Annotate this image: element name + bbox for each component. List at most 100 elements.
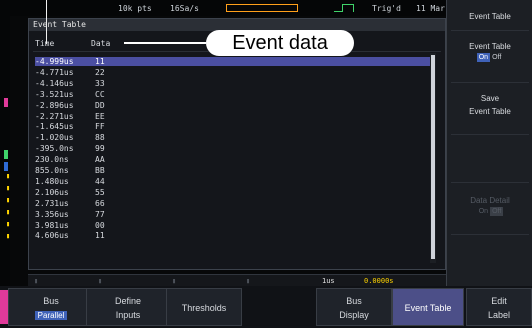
event-table-toggle-label: Event Table: [469, 42, 511, 51]
trigger-edge-icon: [334, 11, 342, 12]
table-row[interactable]: -3.521us CC: [35, 90, 431, 99]
callout-pointer-line: [124, 42, 206, 44]
record-length: 10k pts: [118, 4, 152, 13]
side-menu: Event Table Event Table On Off Save Event…: [446, 0, 532, 286]
event-time-cell: 1.480us: [35, 176, 69, 186]
event-time-cell: -4.771us: [35, 67, 74, 77]
table-row[interactable]: -1.645us FF: [35, 122, 431, 131]
event-data-cell: 44: [95, 176, 105, 186]
event-data-cell: 00: [95, 220, 105, 230]
save-label: Save: [480, 94, 500, 103]
channel-marker: [4, 162, 8, 171]
table-row[interactable]: 230.0ns AA: [35, 155, 431, 164]
event-data-cell: 11: [95, 231, 105, 241]
bus-label: Bus: [43, 296, 59, 306]
event-time-cell: 230.0ns: [35, 155, 69, 165]
bus-display-softkey[interactable]: Bus Display: [316, 288, 392, 326]
define-inputs-softkey[interactable]: Define Inputs: [86, 288, 170, 326]
scrollbar-thumb[interactable]: [431, 55, 435, 259]
event-data-cell: CC: [95, 89, 105, 99]
segment-marker: ▮: [246, 277, 251, 285]
table-row[interactable]: 4.606us 11: [35, 231, 431, 240]
trigger-pulse-icon: [342, 4, 354, 12]
data-detail-toggle[interactable]: Data Detail On Off: [447, 196, 532, 216]
side-menu-title: Event Table: [469, 12, 511, 21]
table-row[interactable]: -1.020us 88: [35, 133, 431, 142]
event-data-cell: AA: [95, 155, 105, 165]
toggle-on-option[interactable]: On: [477, 207, 490, 216]
event-time-cell: -2.896us: [35, 100, 74, 110]
event-data-cell: BB: [95, 166, 105, 175]
table-row[interactable]: 2.731us 66: [35, 199, 431, 208]
event-data-cell: DD: [95, 100, 105, 110]
date-readout: 11 Mar: [416, 4, 445, 13]
softkey-bar: Bus Parallel Define Inputs Thresholds Bu…: [0, 286, 532, 328]
event-data-cell: 77: [95, 209, 105, 219]
table-row[interactable]: 1.480us 44: [35, 177, 431, 186]
event-data-cell: 33: [95, 78, 105, 88]
event-table-softkey-label: Event Table: [404, 303, 452, 313]
table-row[interactable]: -4.771us 22: [35, 68, 431, 77]
table-row[interactable]: -395.0ns 99: [35, 144, 431, 153]
oscilloscope-screen: 10k pts 16Sa/s Trig'd 11 Mar ▮ ▮ ▮ ▮ ▮ ▮…: [0, 0, 532, 328]
event-time-cell: -4.146us: [35, 78, 74, 88]
table-row[interactable]: -4.999us 11: [35, 57, 431, 66]
segment-marker: ▮: [98, 277, 103, 285]
bus-display-line2: Display: [339, 310, 369, 320]
event-time-cell: -1.020us: [35, 133, 74, 143]
bus-softkey[interactable]: Bus Parallel: [8, 288, 94, 326]
event-data-cell: FF: [95, 122, 105, 132]
save-sublabel: Event Table: [469, 107, 511, 116]
event-time-cell: -2.271us: [35, 111, 74, 121]
channel-marker: [4, 98, 8, 107]
waveform-overview: [226, 4, 298, 12]
edit-label-line2: Label: [487, 310, 511, 320]
table-row[interactable]: 3.356us 77: [35, 210, 431, 219]
save-event-table-button[interactable]: Save Event Table: [447, 94, 532, 116]
table-row[interactable]: -2.896us DD: [35, 101, 431, 110]
event-data-cell: 66: [95, 198, 105, 208]
table-row[interactable]: 855.0ns BB: [35, 166, 431, 175]
thresholds-label: Thresholds: [181, 303, 227, 313]
sample-rate: 16Sa/s: [170, 4, 199, 13]
event-data-cell: 22: [95, 67, 105, 77]
event-table-toggle[interactable]: Event Table On Off: [447, 42, 532, 62]
toggle-off-option[interactable]: Off: [490, 207, 504, 216]
event-time-cell: -4.999us: [35, 57, 74, 66]
event-table-softkey[interactable]: Event Table: [392, 288, 464, 326]
edit-label-line1: Edit: [491, 296, 507, 306]
event-time-cell: -1.645us: [35, 122, 74, 132]
channel-indicator: [0, 290, 8, 324]
event-time-cell: 3.356us: [35, 209, 69, 219]
define-inputs-line1: Define: [114, 296, 141, 306]
column-header-data[interactable]: Data: [91, 39, 110, 48]
table-row[interactable]: 2.106us 55: [35, 188, 431, 197]
menu-divider: [451, 182, 529, 183]
event-time-cell: 855.0ns: [35, 166, 69, 175]
event-data-cell: 88: [95, 133, 105, 143]
edit-label-softkey[interactable]: Edit Label: [466, 288, 532, 326]
table-row[interactable]: -4.146us 33: [35, 79, 431, 88]
toggle-on-option[interactable]: On: [476, 53, 491, 62]
timebase-readout: 1us: [322, 277, 335, 285]
channel-marker: [4, 150, 8, 159]
event-time-cell: 2.106us: [35, 187, 69, 197]
event-table-title: Event Table: [33, 20, 86, 29]
trigger-status: Trig'd: [372, 4, 401, 13]
event-time-cell: 2.731us: [35, 198, 69, 208]
menu-divider: [451, 134, 529, 135]
menu-divider: [451, 82, 529, 83]
thresholds-softkey[interactable]: Thresholds: [166, 288, 242, 326]
menu-divider: [451, 234, 529, 235]
column-header-time[interactable]: Time: [35, 39, 54, 48]
event-time-cell: -3.521us: [35, 89, 74, 99]
event-data-cell: EE: [95, 111, 105, 121]
event-data-callout: Event data: [206, 30, 354, 56]
toggle-off-option[interactable]: Off: [490, 53, 503, 62]
data-detail-label: Data Detail: [470, 196, 510, 205]
event-data-cell: 55: [95, 187, 105, 197]
horizontal-position-readout: 0.0000s: [364, 277, 394, 285]
event-data-cell: 99: [95, 144, 105, 154]
table-row[interactable]: -2.271us EE: [35, 112, 431, 121]
table-row[interactable]: 3.981us 00: [35, 221, 431, 230]
